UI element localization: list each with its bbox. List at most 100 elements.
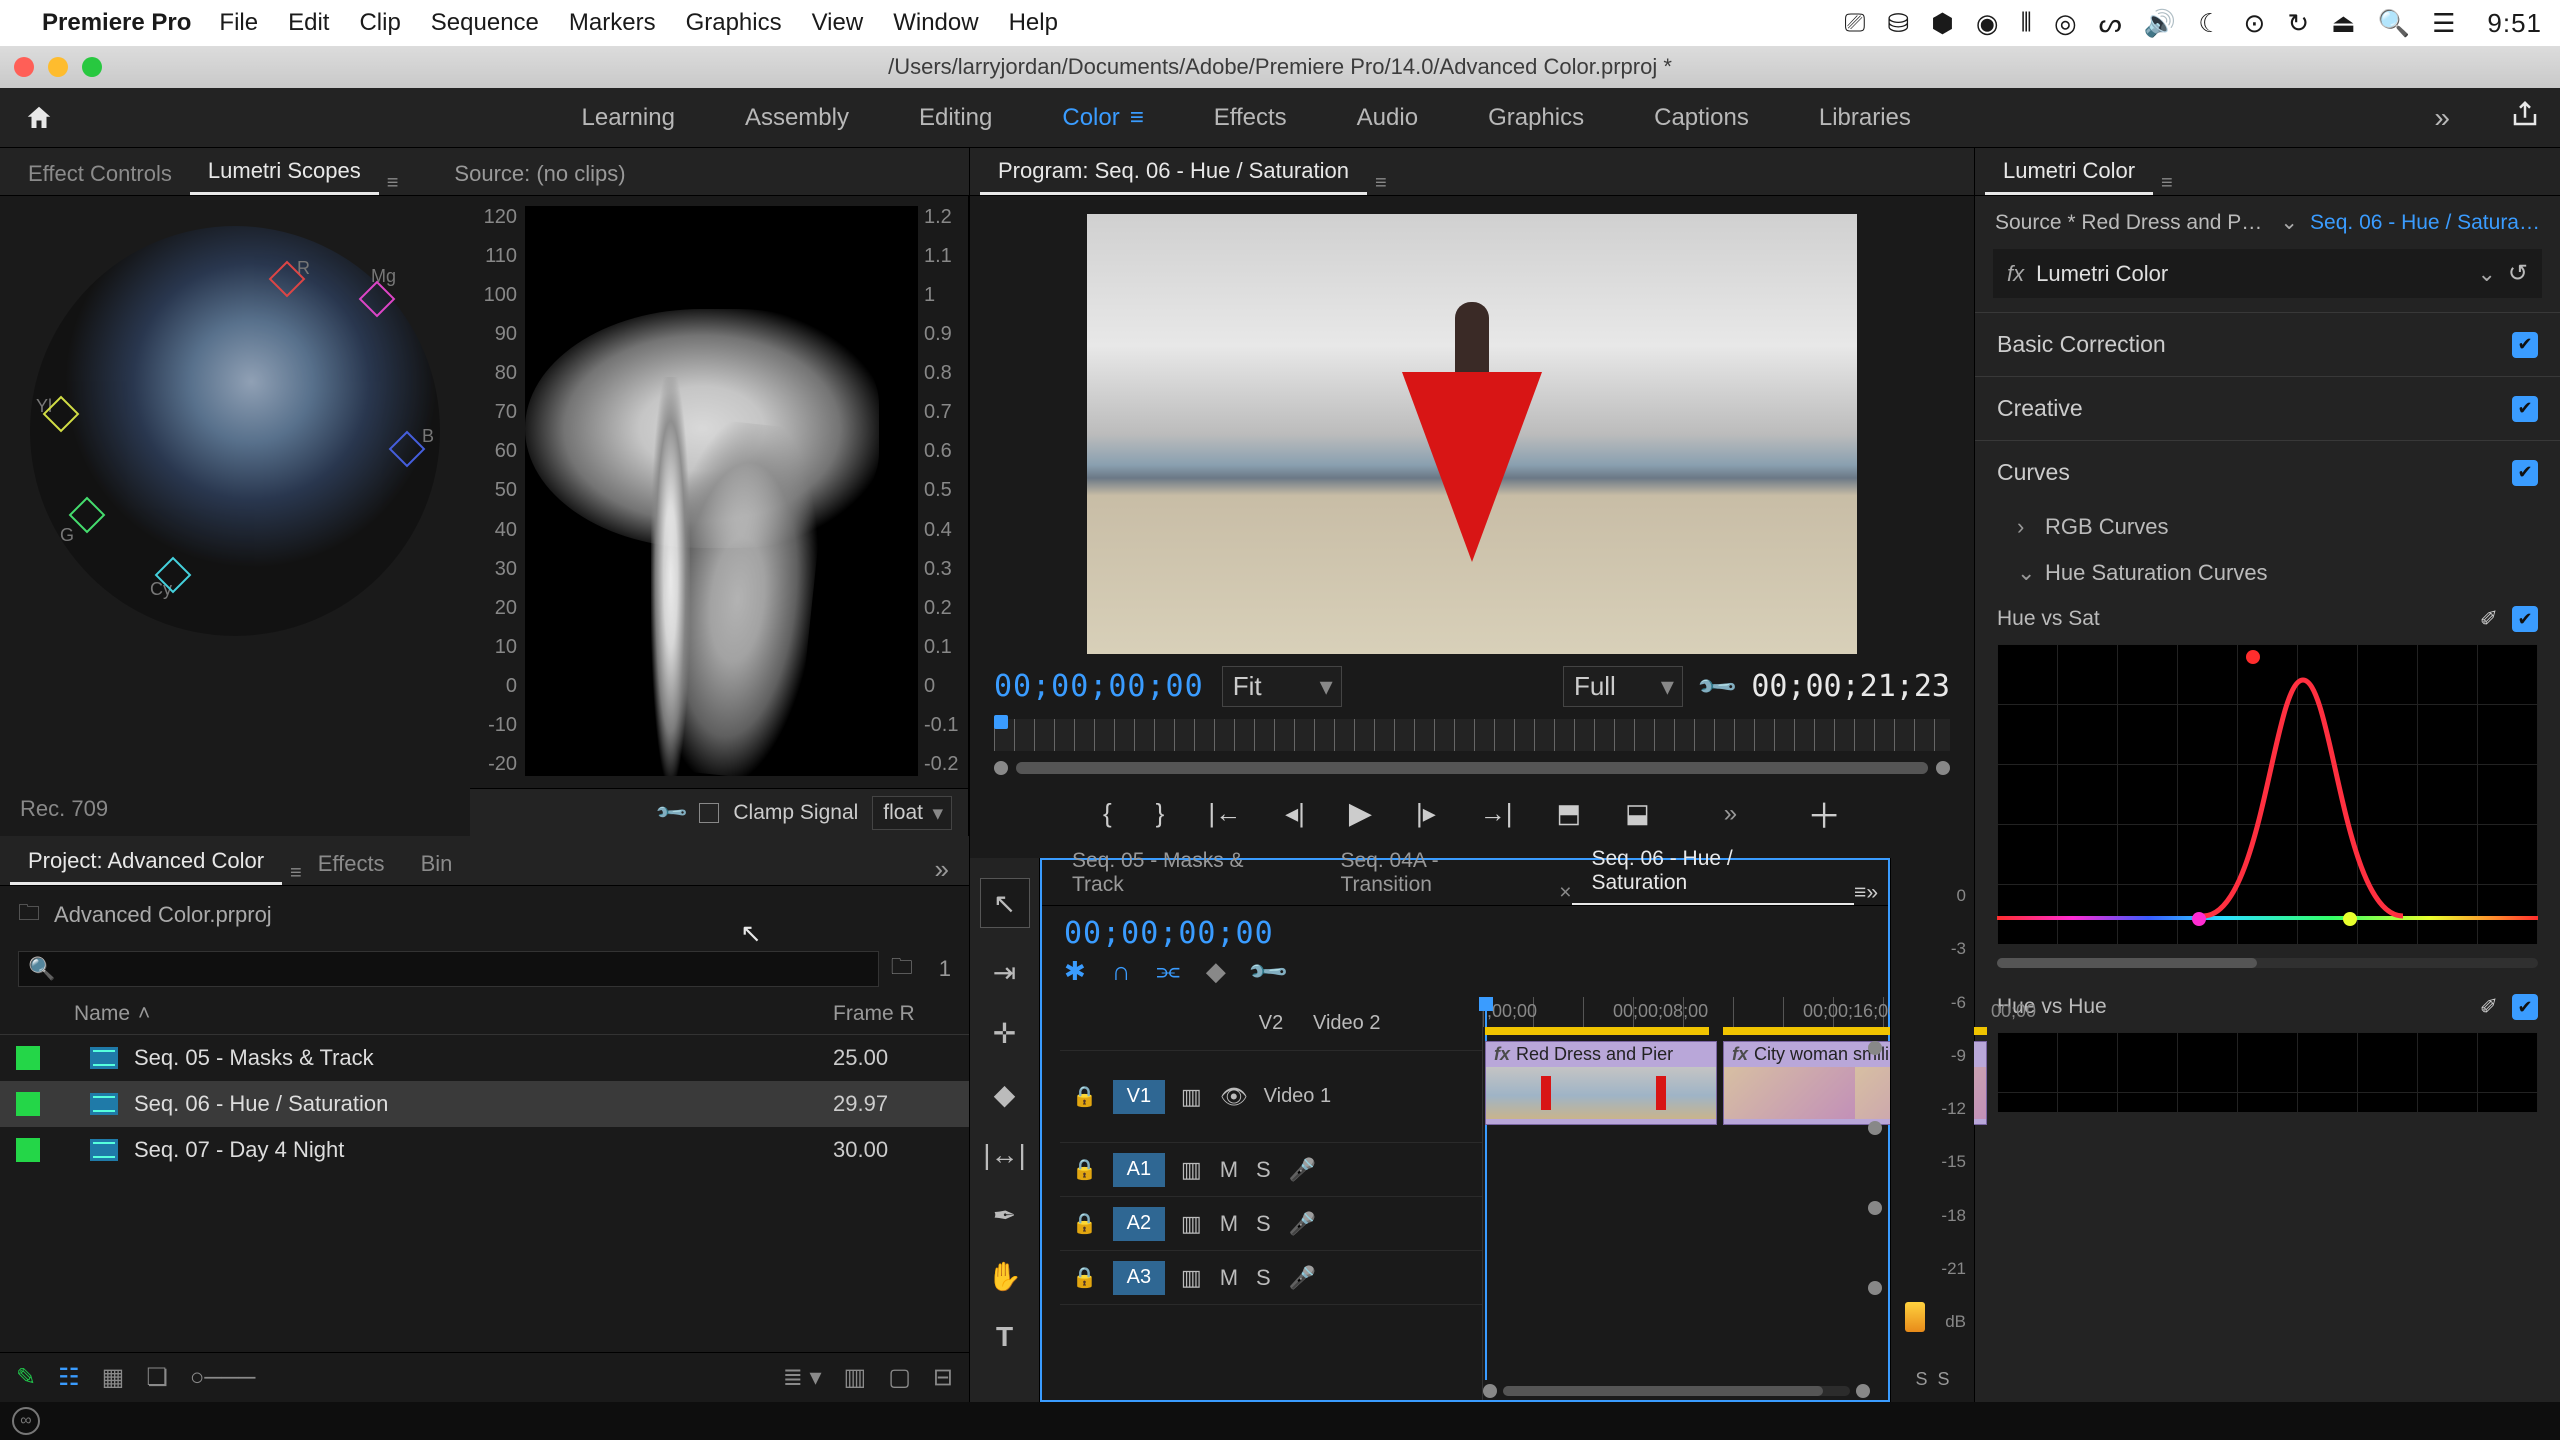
solo-right[interactable]: S (1938, 1369, 1950, 1390)
dropbox-icon[interactable]: ⛁ (1887, 8, 1909, 39)
hamburger-icon[interactable]: ≡ (1130, 104, 1144, 132)
solo-icon[interactable]: S (1256, 1265, 1271, 1291)
voice-over-icon[interactable]: 🎤 (1289, 1157, 1316, 1183)
audio-meter[interactable]: 0-3-6 -9-12-15 -18-21dB S S (1890, 858, 1974, 1402)
panel-menu-icon[interactable]: ≡ (1854, 881, 1866, 905)
timeline-timecode[interactable]: 00;00;00;00 (1064, 916, 1274, 951)
float-select[interactable]: float (872, 796, 952, 830)
playhead-icon[interactable] (994, 715, 1008, 729)
track-tag[interactable]: A3 (1113, 1261, 1165, 1295)
screen-record-icon[interactable]: ⎚ (1845, 7, 1866, 39)
project-row[interactable]: Seq. 05 - Masks & Track 25.00 (0, 1035, 969, 1081)
tab-bin[interactable]: Bin (403, 841, 471, 885)
marker-icon[interactable]: ◆ (1206, 956, 1226, 987)
zoom-out-handle[interactable] (994, 761, 1008, 775)
project-search-input[interactable] (18, 951, 879, 987)
subsection-rgb-curves[interactable]: › RGB Curves (1975, 504, 2560, 550)
scope-settings-icon[interactable]: 🔧 (655, 795, 690, 830)
tab-lumetri-scopes[interactable]: Lumetri Scopes (190, 148, 379, 195)
effect-select[interactable]: Lumetri Color (2036, 261, 2465, 287)
tabs-overflow-icon[interactable]: » (1866, 881, 1878, 905)
panel-menu-icon[interactable]: ≡ (2161, 172, 2171, 195)
track-select-tool-icon[interactable]: ⇥ (993, 956, 1016, 989)
mark-in-icon[interactable]: { (1103, 798, 1112, 829)
reset-icon[interactable]: ↺ (2508, 259, 2528, 288)
workspace-captions[interactable]: Captions (1654, 104, 1749, 132)
fx-badge[interactable]: fx (2007, 261, 2024, 287)
panel-menu-icon[interactable]: ≡ (290, 862, 300, 885)
fx-badge[interactable]: fx (1732, 1044, 1748, 1065)
insert-mode-icon[interactable]: ✱ (1064, 956, 1086, 987)
package-icon[interactable]: ⬢ (1931, 8, 1954, 39)
step-back-icon[interactable]: ◂| (1285, 798, 1305, 829)
chevron-down-icon[interactable]: ⌄ (2477, 261, 2495, 287)
slip-tool-icon[interactable]: |↔| (983, 1139, 1026, 1171)
menu-sequence[interactable]: Sequence (431, 9, 539, 37)
home-icon[interactable] (20, 99, 58, 137)
workspace-audio[interactable]: Audio (1357, 104, 1418, 132)
label-color[interactable] (16, 1046, 40, 1070)
voice-over-icon[interactable]: 🎤 (1289, 1211, 1316, 1237)
clock[interactable]: 9:51 (2487, 8, 2542, 39)
track-a2[interactable]: 🔒 A2 ▥ M S 🎤 (1060, 1197, 1482, 1251)
track-v2[interactable]: V2 Video 2 (1060, 997, 1482, 1051)
zoom-slider[interactable]: ○─── (190, 1364, 256, 1392)
new-bin-icon[interactable]: 🗀 (891, 950, 913, 988)
hue-vs-sat-curve[interactable] (1997, 644, 2538, 944)
new-item-icon[interactable]: ⊟ (933, 1363, 953, 1392)
tab-source-monitor[interactable]: Source: (no clips) (436, 151, 643, 195)
menu-window[interactable]: Window (893, 9, 978, 37)
minimize-icon[interactable] (48, 57, 68, 77)
eyedropper-icon[interactable]: ✐ (2480, 994, 2498, 1020)
icon-view-icon[interactable]: ▦ (102, 1363, 125, 1392)
track-tag[interactable]: V1 (1113, 1080, 1165, 1114)
fx-badge[interactable]: fx (1494, 1044, 1510, 1065)
volume-icon[interactable]: 🔊 (2144, 8, 2176, 39)
timeline-ruler[interactable]: ;00;00 00;00;08;00 00;00;16;00 00;00 (1483, 997, 1888, 1027)
curve-toggle[interactable]: ✔ (2512, 994, 2538, 1020)
fullscreen-icon[interactable] (82, 57, 102, 77)
creative-cloud-icon[interactable]: ∞ (12, 1407, 40, 1435)
linked-selection-icon[interactable]: ⫘ (1156, 955, 1179, 987)
sort-asc-icon[interactable]: ˄ (138, 1002, 150, 1026)
workspace-overflow-icon[interactable]: » (2434, 102, 2450, 134)
subsection-hue-saturation-curves[interactable]: ⌄ Hue Saturation Curves (1975, 550, 2560, 596)
type-tool-icon[interactable]: T (996, 1321, 1013, 1353)
workspace-learning[interactable]: Learning (582, 104, 675, 132)
timecode-in[interactable]: 00;00;00;00 (994, 669, 1204, 704)
close-icon[interactable]: × (1559, 881, 1571, 905)
timeline-tab[interactable]: Seq. 06 - Hue / Saturation (1572, 839, 1855, 905)
curve-point[interactable] (2343, 912, 2357, 926)
track-tag[interactable]: A2 (1113, 1207, 1165, 1241)
curve-point[interactable] (2192, 912, 2206, 926)
curve-scrollbar[interactable] (1997, 958, 2538, 968)
workspace-effects[interactable]: Effects (1214, 104, 1287, 132)
edit-icon[interactable]: ✎ (16, 1363, 36, 1392)
extract-icon[interactable]: ⬓ (1625, 798, 1650, 829)
timeline-tab[interactable]: Seq. 05 - Masks & Track (1052, 841, 1321, 905)
pen-tool-icon[interactable]: ✒ (993, 1199, 1016, 1232)
label-color[interactable] (16, 1138, 40, 1162)
lumetri-sequence-link[interactable]: Seq. 06 - Hue / Satura… (2310, 211, 2540, 235)
freeform-view-icon[interactable]: ❏ (146, 1363, 168, 1392)
play-icon[interactable]: ▶ (1349, 796, 1372, 831)
vectorscope[interactable]: R Mg B Cy G Yl (30, 226, 440, 636)
lock-icon[interactable]: 🔒 (1072, 1084, 1097, 1109)
eject-icon[interactable]: ⏏ (2331, 8, 2356, 39)
track-a1[interactable]: 🔒 A1 ▥ M S 🎤 (1060, 1143, 1482, 1197)
workspace-assembly[interactable]: Assembly (745, 104, 849, 132)
control-center-icon[interactable]: ☰ (2432, 8, 2455, 39)
hue-vs-hue-curve[interactable] (1997, 1032, 2538, 1112)
program-scrollbar[interactable] (1016, 762, 1928, 774)
bin-icon[interactable]: 🗀 (18, 896, 40, 934)
zoom-in-handle[interactable] (1936, 761, 1950, 775)
timeline-zoom-bar[interactable] (1483, 1384, 1870, 1398)
button-editor-icon[interactable]: ＋ (1807, 789, 1841, 838)
timeline-settings-icon[interactable]: 🔧 (1246, 949, 1291, 994)
program-frame[interactable] (1087, 214, 1857, 654)
moon-icon[interactable]: ☾ (2198, 8, 2221, 39)
section-toggle[interactable]: ✔ (2512, 460, 2538, 486)
sync-lock-icon[interactable]: ▥ (1181, 1211, 1202, 1237)
toggle-track-output-icon[interactable]: 👁 (1220, 1084, 1248, 1110)
hand-tool-icon[interactable]: ✋ (987, 1260, 1022, 1293)
